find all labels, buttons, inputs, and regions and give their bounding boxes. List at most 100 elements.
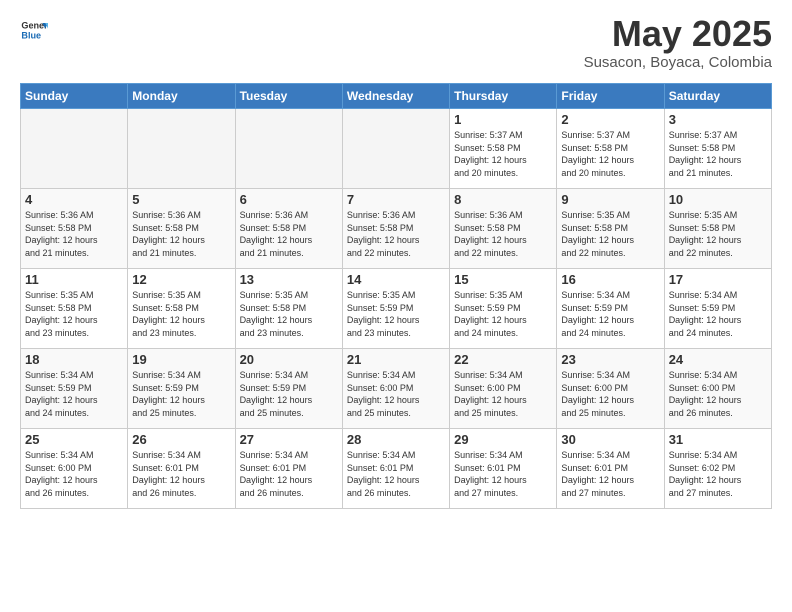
day-number: 2 [561,112,659,127]
day-info: Sunrise: 5:34 AM Sunset: 6:00 PM Dayligh… [347,369,445,419]
day-number: 6 [240,192,338,207]
day-number: 25 [25,432,123,447]
day-number: 31 [669,432,767,447]
calendar-week-row: 1 Sunrise: 5:37 AM Sunset: 5:58 PM Daylig… [21,109,772,189]
day-info: Sunrise: 5:34 AM Sunset: 6:00 PM Dayligh… [454,369,552,419]
day-info: Sunrise: 5:36 AM Sunset: 5:58 PM Dayligh… [25,209,123,259]
day-info: Sunrise: 5:34 AM Sunset: 6:01 PM Dayligh… [561,449,659,499]
day-info: Sunrise: 5:34 AM Sunset: 6:00 PM Dayligh… [669,369,767,419]
calendar-cell: 3 Sunrise: 5:37 AM Sunset: 5:58 PM Daylig… [664,109,771,189]
calendar-cell: 10 Sunrise: 5:35 AM Sunset: 5:58 PM Dayli… [664,189,771,269]
day-info: Sunrise: 5:35 AM Sunset: 5:58 PM Dayligh… [561,209,659,259]
day-info: Sunrise: 5:36 AM Sunset: 5:58 PM Dayligh… [132,209,230,259]
logo: General Blue [20,16,48,44]
calendar-cell: 20 Sunrise: 5:34 AM Sunset: 5:59 PM Dayli… [235,349,342,429]
day-info: Sunrise: 5:34 AM Sunset: 6:01 PM Dayligh… [132,449,230,499]
weekday-header: Saturday [664,84,771,109]
day-info: Sunrise: 5:37 AM Sunset: 5:58 PM Dayligh… [561,129,659,179]
day-number: 19 [132,352,230,367]
page: General Blue May 2025 Susacon, Boyaca, C… [0,0,792,612]
calendar-cell: 30 Sunrise: 5:34 AM Sunset: 6:01 PM Dayli… [557,429,664,509]
day-number: 1 [454,112,552,127]
calendar-cell: 4Sunrise: 5:36 AM Sunset: 5:58 PM Daylig… [21,189,128,269]
day-number: 11 [25,272,123,287]
day-number: 20 [240,352,338,367]
day-info: Sunrise: 5:35 AM Sunset: 5:58 PM Dayligh… [132,289,230,339]
calendar-cell: 14 Sunrise: 5:35 AM Sunset: 5:59 PM Dayli… [342,269,449,349]
calendar-cell: 29 Sunrise: 5:34 AM Sunset: 6:01 PM Dayli… [450,429,557,509]
weekday-header: Tuesday [235,84,342,109]
calendar-cell: 28 Sunrise: 5:34 AM Sunset: 6:01 PM Dayli… [342,429,449,509]
weekday-header: Sunday [21,84,128,109]
day-info: Sunrise: 5:34 AM Sunset: 5:59 PM Dayligh… [669,289,767,339]
calendar-cell [21,109,128,189]
weekday-header: Wednesday [342,84,449,109]
day-info: Sunrise: 5:37 AM Sunset: 5:58 PM Dayligh… [454,129,552,179]
day-number: 10 [669,192,767,207]
day-info: Sunrise: 5:35 AM Sunset: 5:59 PM Dayligh… [347,289,445,339]
day-number: 16 [561,272,659,287]
day-info: Sunrise: 5:34 AM Sunset: 5:59 PM Dayligh… [240,369,338,419]
day-number: 5 [132,192,230,207]
day-number: 21 [347,352,445,367]
svg-text:Blue: Blue [21,30,41,40]
calendar-cell: 7Sunrise: 5:36 AM Sunset: 5:58 PM Daylig… [342,189,449,269]
calendar-cell: 31 Sunrise: 5:34 AM Sunset: 6:02 PM Dayli… [664,429,771,509]
title-block: May 2025 Susacon, Boyaca, Colombia [584,16,772,71]
weekday-header: Thursday [450,84,557,109]
day-info: Sunrise: 5:35 AM Sunset: 5:58 PM Dayligh… [669,209,767,259]
day-info: Sunrise: 5:34 AM Sunset: 5:59 PM Dayligh… [132,369,230,419]
calendar-cell: 13 Sunrise: 5:35 AM Sunset: 5:58 PM Dayli… [235,269,342,349]
calendar-cell [342,109,449,189]
day-number: 3 [669,112,767,127]
header-row: SundayMondayTuesdayWednesdayThursdayFrid… [21,84,772,109]
calendar-cell: 16 Sunrise: 5:34 AM Sunset: 5:59 PM Dayli… [557,269,664,349]
calendar-cell [235,109,342,189]
calendar-cell: 1 Sunrise: 5:37 AM Sunset: 5:58 PM Daylig… [450,109,557,189]
day-number: 29 [454,432,552,447]
day-number: 15 [454,272,552,287]
calendar-cell: 23Sunrise: 5:34 AM Sunset: 6:00 PM Dayli… [557,349,664,429]
day-info: Sunrise: 5:34 AM Sunset: 6:01 PM Dayligh… [347,449,445,499]
calendar-cell: 12Sunrise: 5:35 AM Sunset: 5:58 PM Dayli… [128,269,235,349]
day-info: Sunrise: 5:34 AM Sunset: 6:00 PM Dayligh… [25,449,123,499]
day-info: Sunrise: 5:34 AM Sunset: 6:01 PM Dayligh… [454,449,552,499]
calendar-cell: 26 Sunrise: 5:34 AM Sunset: 6:01 PM Dayli… [128,429,235,509]
calendar-cell: 19 Sunrise: 5:34 AM Sunset: 5:59 PM Dayli… [128,349,235,429]
calendar-week-row: 11 Sunrise: 5:35 AM Sunset: 5:58 PM Dayli… [21,269,772,349]
day-info: Sunrise: 5:35 AM Sunset: 5:58 PM Dayligh… [25,289,123,339]
calendar-table: SundayMondayTuesdayWednesdayThursdayFrid… [20,83,772,509]
calendar-cell: 27Sunrise: 5:34 AM Sunset: 6:01 PM Dayli… [235,429,342,509]
day-number: 9 [561,192,659,207]
calendar-title: May 2025 [584,16,772,52]
calendar-cell: 11 Sunrise: 5:35 AM Sunset: 5:58 PM Dayli… [21,269,128,349]
day-info: Sunrise: 5:36 AM Sunset: 5:58 PM Dayligh… [347,209,445,259]
day-info: Sunrise: 5:34 AM Sunset: 5:59 PM Dayligh… [561,289,659,339]
calendar-cell: 25 Sunrise: 5:34 AM Sunset: 6:00 PM Dayli… [21,429,128,509]
calendar-week-row: 4Sunrise: 5:36 AM Sunset: 5:58 PM Daylig… [21,189,772,269]
calendar-week-row: 25 Sunrise: 5:34 AM Sunset: 6:00 PM Dayli… [21,429,772,509]
day-number: 26 [132,432,230,447]
calendar-cell: 22Sunrise: 5:34 AM Sunset: 6:00 PM Dayli… [450,349,557,429]
calendar-week-row: 18Sunrise: 5:34 AM Sunset: 5:59 PM Dayli… [21,349,772,429]
day-info: Sunrise: 5:36 AM Sunset: 5:58 PM Dayligh… [240,209,338,259]
day-info: Sunrise: 5:35 AM Sunset: 5:58 PM Dayligh… [240,289,338,339]
calendar-cell: 15Sunrise: 5:35 AM Sunset: 5:59 PM Dayli… [450,269,557,349]
day-number: 28 [347,432,445,447]
day-number: 17 [669,272,767,287]
day-number: 14 [347,272,445,287]
day-info: Sunrise: 5:36 AM Sunset: 5:58 PM Dayligh… [454,209,552,259]
day-number: 13 [240,272,338,287]
day-info: Sunrise: 5:37 AM Sunset: 5:58 PM Dayligh… [669,129,767,179]
day-info: Sunrise: 5:34 AM Sunset: 6:02 PM Dayligh… [669,449,767,499]
header: General Blue May 2025 Susacon, Boyaca, C… [20,16,772,71]
day-number: 30 [561,432,659,447]
day-info: Sunrise: 5:34 AM Sunset: 5:59 PM Dayligh… [25,369,123,419]
calendar-cell: 17 Sunrise: 5:34 AM Sunset: 5:59 PM Dayli… [664,269,771,349]
weekday-header: Friday [557,84,664,109]
day-number: 23 [561,352,659,367]
calendar-cell: 6 Sunrise: 5:36 AM Sunset: 5:58 PM Daylig… [235,189,342,269]
day-number: 8 [454,192,552,207]
logo-icon: General Blue [20,16,48,44]
calendar-cell: 9 Sunrise: 5:35 AM Sunset: 5:58 PM Daylig… [557,189,664,269]
